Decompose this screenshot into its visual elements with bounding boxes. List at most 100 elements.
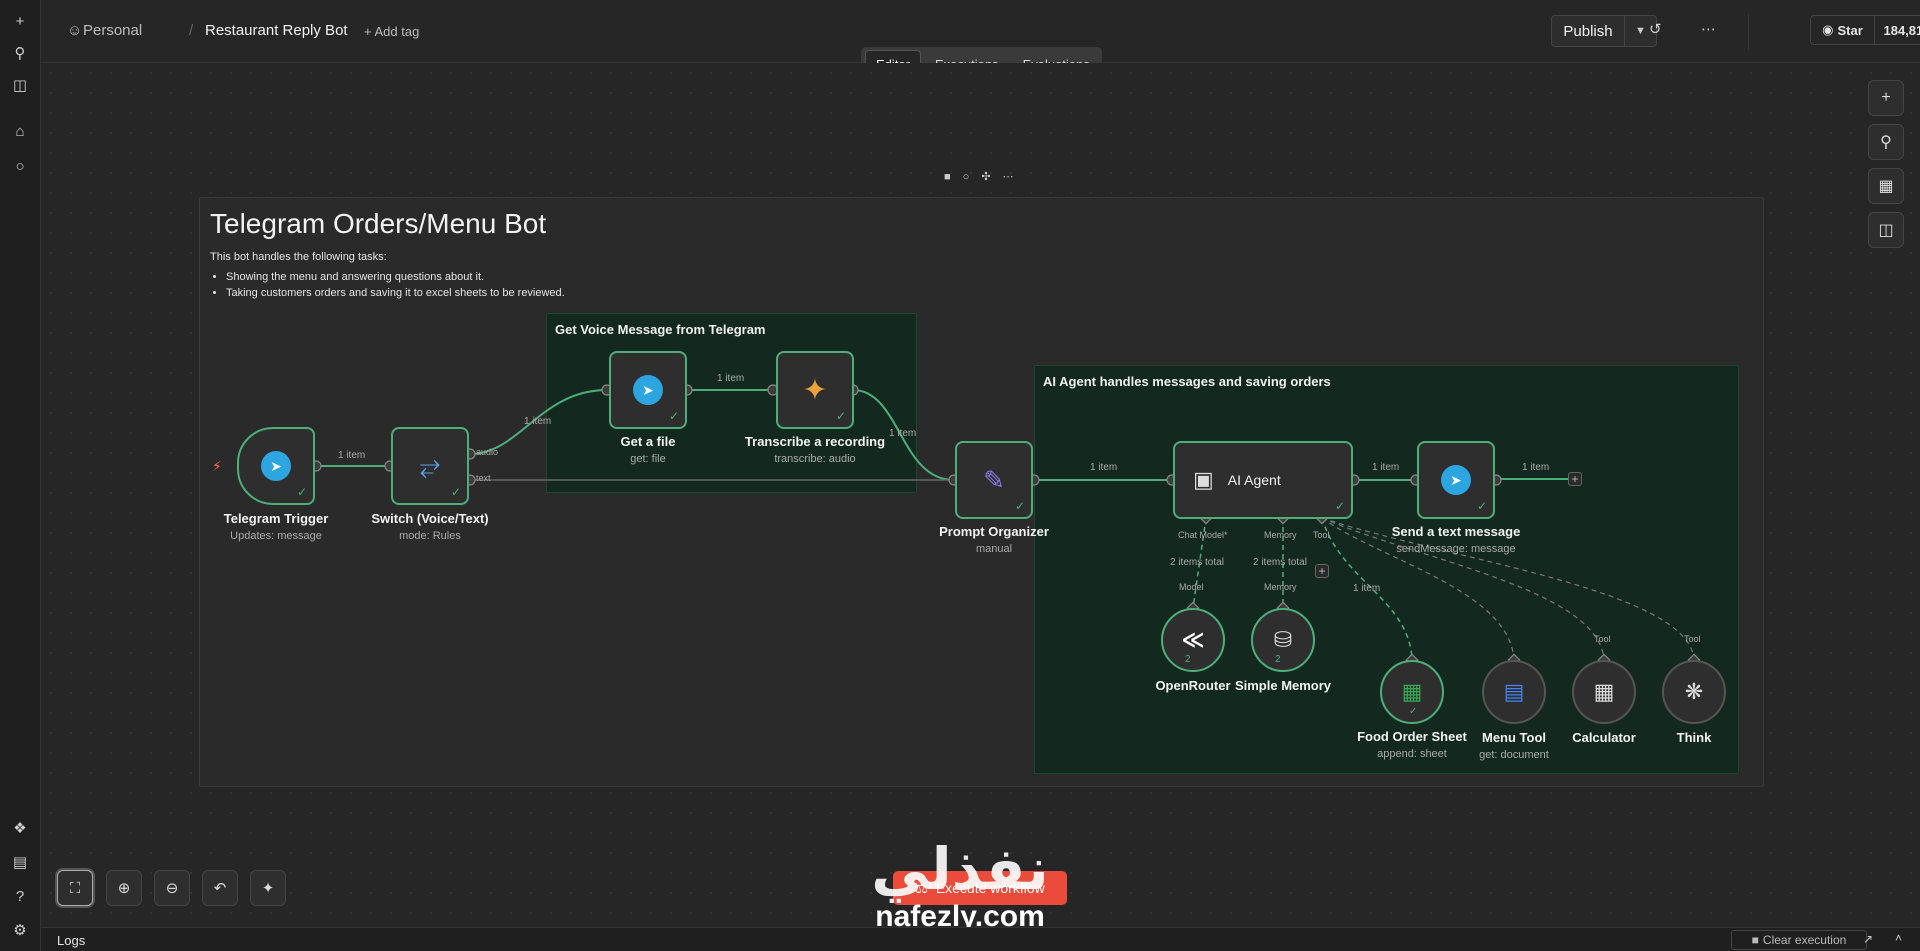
- node-label: AI Agent: [1227, 472, 1281, 488]
- workflow-title[interactable]: Restaurant Reply Bot: [205, 22, 348, 39]
- chevron-up-icon[interactable]: ˄: [1895, 931, 1902, 945]
- clear-execution-button[interactable]: ■ Clear execution: [1731, 930, 1867, 950]
- sticky-note-icon[interactable]: ▦: [1868, 168, 1904, 204]
- node-label: Telegram Trigger: [223, 511, 329, 526]
- chat-icon[interactable]: ○: [8, 154, 32, 178]
- node-get-file[interactable]: ➤ ✓: [609, 351, 687, 429]
- breadcrumb-separator: /: [189, 22, 194, 39]
- telegram-icon: ➤: [633, 375, 663, 405]
- edge-label: 1 item: [1372, 462, 1400, 473]
- sticky-bullet: Taking customers orders and saving it to…: [226, 287, 565, 299]
- header-divider: [1748, 14, 1749, 50]
- edge-label: 1 item: [1353, 583, 1381, 594]
- logs-bar[interactable]: Logs ■ Clear execution ↗ ˄: [41, 927, 1920, 951]
- move-icon[interactable]: ✣: [981, 171, 1002, 183]
- undo-icon[interactable]: ↶: [202, 870, 238, 906]
- execute-label: Execute workflow: [935, 880, 1045, 896]
- sidebar-toggle-icon[interactable]: ◫: [8, 73, 32, 97]
- github-icon: ◉: [1822, 22, 1834, 37]
- subnode-port-label: Memory: [1264, 582, 1297, 592]
- edge-label: 2 items total: [1170, 557, 1224, 568]
- trash-icon[interactable]: ■: [944, 171, 963, 183]
- agent-port-memory: Memory: [1264, 530, 1297, 540]
- breadcrumb-workspace[interactable]: Personal: [83, 22, 142, 39]
- telegram-icon: ➤: [261, 451, 291, 481]
- node-send-message[interactable]: ➤ ✓: [1417, 441, 1495, 519]
- sticky-title: Telegram Orders/Menu Bot: [210, 208, 547, 239]
- publish-button[interactable]: Publish: [1552, 16, 1625, 46]
- plus-icon[interactable]: +: [8, 9, 32, 33]
- telegram-icon: ➤: [1441, 465, 1471, 495]
- popout-icon[interactable]: ↗: [1863, 932, 1873, 946]
- tidy-up-icon[interactable]: ✦: [250, 870, 286, 906]
- flask-icon: ⚖: [915, 879, 928, 896]
- success-check-icon: ✓: [1014, 499, 1025, 513]
- node-transcribe[interactable]: ✦ ✓: [776, 351, 854, 429]
- node-menu-tool[interactable]: ▤: [1482, 660, 1546, 724]
- google-docs-icon: ▤: [1503, 679, 1525, 704]
- zoom-to-fit-icon[interactable]: ⛶: [57, 870, 93, 906]
- node-subtitle: get: file: [630, 453, 666, 465]
- add-tag-button[interactable]: + Add tag: [364, 24, 419, 39]
- home-icon[interactable]: ⌂: [8, 119, 32, 143]
- node-switch[interactable]: ⥂ ✓: [391, 427, 469, 505]
- node-label: Switch (Voice/Text): [371, 511, 489, 526]
- palette-icon[interactable]: ○: [963, 171, 982, 183]
- run-count: 2: [1185, 654, 1191, 665]
- node-simple-memory[interactable]: ⛁ 2: [1251, 608, 1315, 672]
- add-tool-button[interactable]: +: [1315, 564, 1329, 578]
- panel-toggle-icon[interactable]: ◫: [1868, 212, 1904, 248]
- group-agent[interactable]: AI Agent handles messages and saving ord…: [1034, 365, 1739, 774]
- edge-label: 1 item: [889, 428, 917, 439]
- canvas-search-icon[interactable]: ⚲: [1868, 124, 1904, 160]
- more-options-icon[interactable]: ⋯: [1701, 20, 1716, 38]
- node-label: Get a file: [620, 434, 676, 449]
- trash-icon: ■: [1751, 933, 1759, 947]
- help-icon[interactable]: ?: [8, 884, 32, 908]
- add-next-node-button[interactable]: +: [1568, 472, 1582, 486]
- robot-icon: ▣: [1193, 467, 1214, 492]
- node-food-order-sheet[interactable]: ▦ ✓: [1380, 660, 1444, 724]
- sticky-more-icon[interactable]: ⋯: [1003, 171, 1026, 183]
- node-subtitle: get: document: [1479, 749, 1549, 761]
- settings-icon[interactable]: ⚙: [8, 918, 32, 942]
- node-subtitle: sendMessage: message: [1396, 543, 1516, 555]
- node-label: Think: [1676, 730, 1712, 745]
- zoom-out-icon[interactable]: ⊖: [154, 870, 190, 906]
- zoom-in-icon[interactable]: ⊕: [106, 870, 142, 906]
- node-label: Prompt Organizer: [939, 524, 1049, 539]
- group-voice[interactable]: Get Voice Message from Telegram: [546, 313, 917, 493]
- node-subtitle: transcribe: audio: [774, 453, 856, 465]
- github-star-button[interactable]: ◉Star 184,815: [1810, 15, 1920, 45]
- templates-icon[interactable]: ❖: [8, 816, 32, 840]
- edge-label: 1 item: [1090, 462, 1118, 473]
- node-calculator[interactable]: ▦: [1572, 660, 1636, 724]
- node-ai-agent[interactable]: ▣ AI Agent ✓: [1173, 441, 1353, 519]
- edge-label: 2 items total: [1253, 557, 1307, 568]
- calculator-icon: ▦: [1593, 679, 1615, 704]
- edge-label: 1 item: [1522, 462, 1550, 473]
- sticky-bullets: Showing the menu and answering questions…: [226, 271, 565, 303]
- left-rail: + ⚲ ◫ ⌂ ○ ❖ ▤ ? ⚙: [0, 0, 41, 951]
- node-telegram-trigger[interactable]: ➤ ✓: [237, 427, 315, 505]
- group-agent-title: AI Agent handles messages and saving ord…: [1043, 374, 1331, 389]
- success-check-icon: ✓: [450, 485, 461, 499]
- node-subtitle: mode: Rules: [399, 530, 461, 542]
- pencil-icon: ✎: [983, 464, 1005, 495]
- clear-execution-label: Clear execution: [1762, 933, 1847, 947]
- execute-workflow-button[interactable]: ⚖ Execute workflow: [893, 871, 1067, 905]
- node-prompt-organizer[interactable]: ✎ ✓: [955, 441, 1033, 519]
- github-star-count: 184,815: [1883, 22, 1920, 38]
- node-openrouter[interactable]: ≪ 2: [1161, 608, 1225, 672]
- subnode-port-label: Tool: [1594, 634, 1611, 644]
- history-icon[interactable]: ↺: [1649, 20, 1662, 38]
- add-node-icon[interactable]: +: [1868, 80, 1904, 116]
- search-icon[interactable]: ⚲: [8, 41, 32, 65]
- insights-icon[interactable]: ▤: [8, 850, 32, 874]
- edge-label: 1 item: [717, 373, 745, 384]
- success-check-icon: ✓: [835, 409, 846, 423]
- google-sheets-icon: ▦: [1401, 679, 1423, 704]
- node-think[interactable]: ❋: [1662, 660, 1726, 724]
- subnode-port-label: Tool: [1684, 634, 1701, 644]
- node-label: Transcribe a recording: [744, 434, 886, 449]
